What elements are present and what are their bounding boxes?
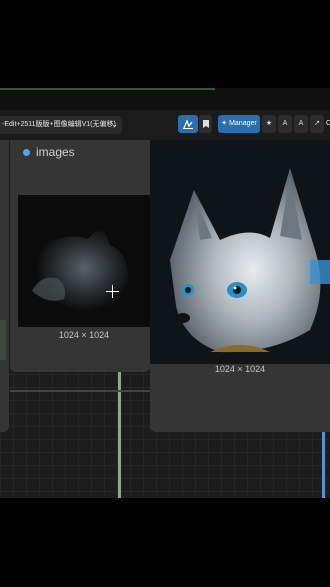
workflow-tab[interactable]: -Edit+2511版版+图像编辑V1(无偏移) ⌄ [0,116,122,134]
share-icon[interactable]: ↗ [310,115,324,133]
images-preview[interactable] [18,195,150,327]
progress-accent-line [0,88,215,90]
image-dimensions: 1024 × 1024 [58,330,110,340]
more-label[interactable]: C [326,115,330,133]
status-dot [23,149,30,156]
manager-label: Manager [229,120,257,127]
connection-wire-horizontal [10,390,150,392]
workflow-title: -Edit+2511版版+图像编辑V1(无偏移) [2,121,116,128]
left-node-image-edge [0,320,6,360]
output-dimensions: 1024 × 1024 [214,364,266,374]
connection-wire-blue [322,432,325,498]
node-title: images [36,145,75,159]
text-icon[interactable]: A [278,115,292,133]
manager-button[interactable]: ✦ Manager [218,115,260,133]
queue-icon[interactable] [178,115,198,133]
images-node[interactable]: images 1024 × 1024 [10,140,150,372]
output-image-node[interactable]: 1024 × 1024 [150,140,330,432]
puzzle-icon: ✦ [221,120,228,127]
top-menu-bar [0,88,330,110]
chevron-down-icon[interactable]: ⌄ [111,116,118,134]
left-node-edge[interactable] [0,140,9,432]
comfyui-app: -Edit+2511版版+图像编辑V1(无偏移) ⌄ ✦ Manager ★ A… [0,0,330,587]
star-icon[interactable]: ★ [262,115,276,133]
bookmark-icon[interactable] [199,115,212,133]
output-preview[interactable] [150,140,330,364]
text-alt-icon[interactable]: A [294,115,308,133]
action-toolbar: ✦ Manager ★ A A ↗ C [178,115,330,135]
crosshair-cursor [106,285,119,298]
